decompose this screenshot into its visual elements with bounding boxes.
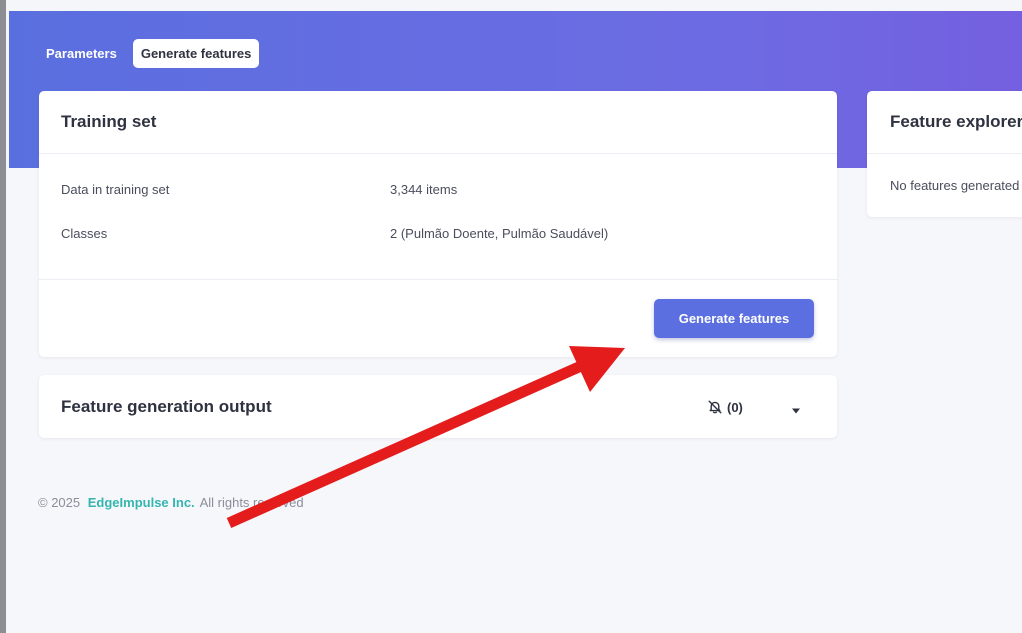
training-set-title: Training set bbox=[61, 112, 157, 131]
footer-copyright: © 2025 bbox=[38, 495, 81, 510]
card-divider bbox=[867, 153, 1022, 154]
explorer-title: Feature explorer bbox=[890, 112, 1022, 131]
bell-off-icon bbox=[707, 399, 723, 415]
training-data-label: Data in training set bbox=[61, 182, 170, 197]
training-data-row: Data in training set 3,344 items bbox=[61, 182, 457, 197]
feature-explorer-card: Feature explorer No features generated bbox=[867, 91, 1022, 217]
footer: © 2025 EdgeImpulse Inc. All rights reser… bbox=[38, 495, 304, 510]
tab-parameters[interactable]: Parameters bbox=[38, 39, 125, 68]
notification-toggle[interactable]: (0) bbox=[707, 399, 743, 415]
classes-value: 2 (Pulmão Doente, Pulmão Saudável) bbox=[390, 226, 609, 241]
card-divider bbox=[39, 153, 837, 154]
footer-rights: All rights reserved bbox=[199, 495, 304, 510]
output-title: Feature generation output bbox=[61, 397, 272, 416]
tab-generate-features[interactable]: Generate features bbox=[132, 39, 260, 68]
classes-row: Classes 2 (Pulmão Doente, Pulmão Saudáve… bbox=[61, 226, 608, 241]
explorer-empty-text: No features generated bbox=[890, 178, 1020, 193]
card-divider bbox=[39, 279, 837, 280]
notification-count: (0) bbox=[727, 399, 743, 415]
top-strip bbox=[9, 0, 1022, 11]
footer-brand-link[interactable]: EdgeImpulse Inc. bbox=[88, 495, 195, 510]
feature-generation-output-card: Feature generation output (0) bbox=[39, 375, 837, 438]
classes-label: Classes bbox=[61, 226, 108, 241]
caret-down-icon[interactable] bbox=[791, 402, 801, 420]
training-set-card: Training set Data in training set 3,344 … bbox=[39, 91, 837, 357]
tab-bar: Parameters Generate features bbox=[38, 39, 260, 68]
training-data-value: 3,344 items bbox=[390, 182, 458, 197]
generate-features-button[interactable]: Generate features bbox=[654, 299, 814, 338]
